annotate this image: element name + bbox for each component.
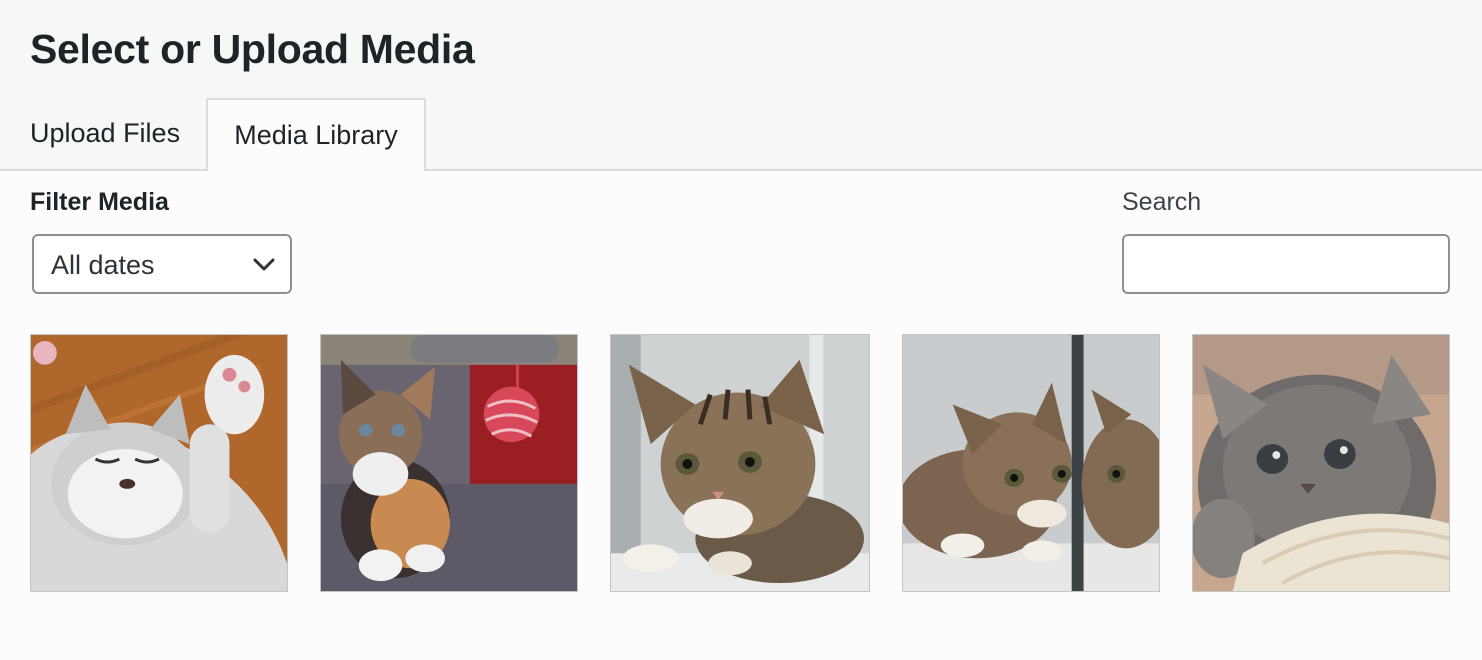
modal-title: Select or Upload Media — [30, 26, 475, 72]
media-thumbnail-5[interactable] — [1192, 334, 1450, 592]
tab-upload-files[interactable]: Upload Files — [30, 98, 180, 169]
kitten-photo-3 — [611, 335, 869, 591]
modal-header: Select or Upload Media Upload Files Medi… — [0, 0, 1482, 171]
search-label: Search — [1122, 188, 1202, 216]
media-thumbnail-4[interactable] — [902, 334, 1160, 592]
search-input[interactable] — [1122, 234, 1450, 294]
date-filter-select[interactable]: All dates — [32, 234, 292, 294]
kitten-photo-4 — [903, 335, 1159, 591]
kitten-photo-5 — [1193, 335, 1449, 591]
media-thumbnail-3[interactable] — [610, 334, 870, 592]
tab-media-library[interactable]: Media Library — [206, 98, 426, 171]
media-thumbnail-1[interactable] — [30, 334, 288, 592]
filter-media-label: Filter Media — [30, 188, 169, 216]
kitten-photo-2 — [321, 335, 577, 591]
date-filter-value: All dates — [51, 250, 155, 280]
kitten-photo-1 — [31, 335, 287, 591]
chevron-down-icon — [253, 258, 275, 271]
media-thumbnail-2[interactable] — [320, 334, 578, 592]
